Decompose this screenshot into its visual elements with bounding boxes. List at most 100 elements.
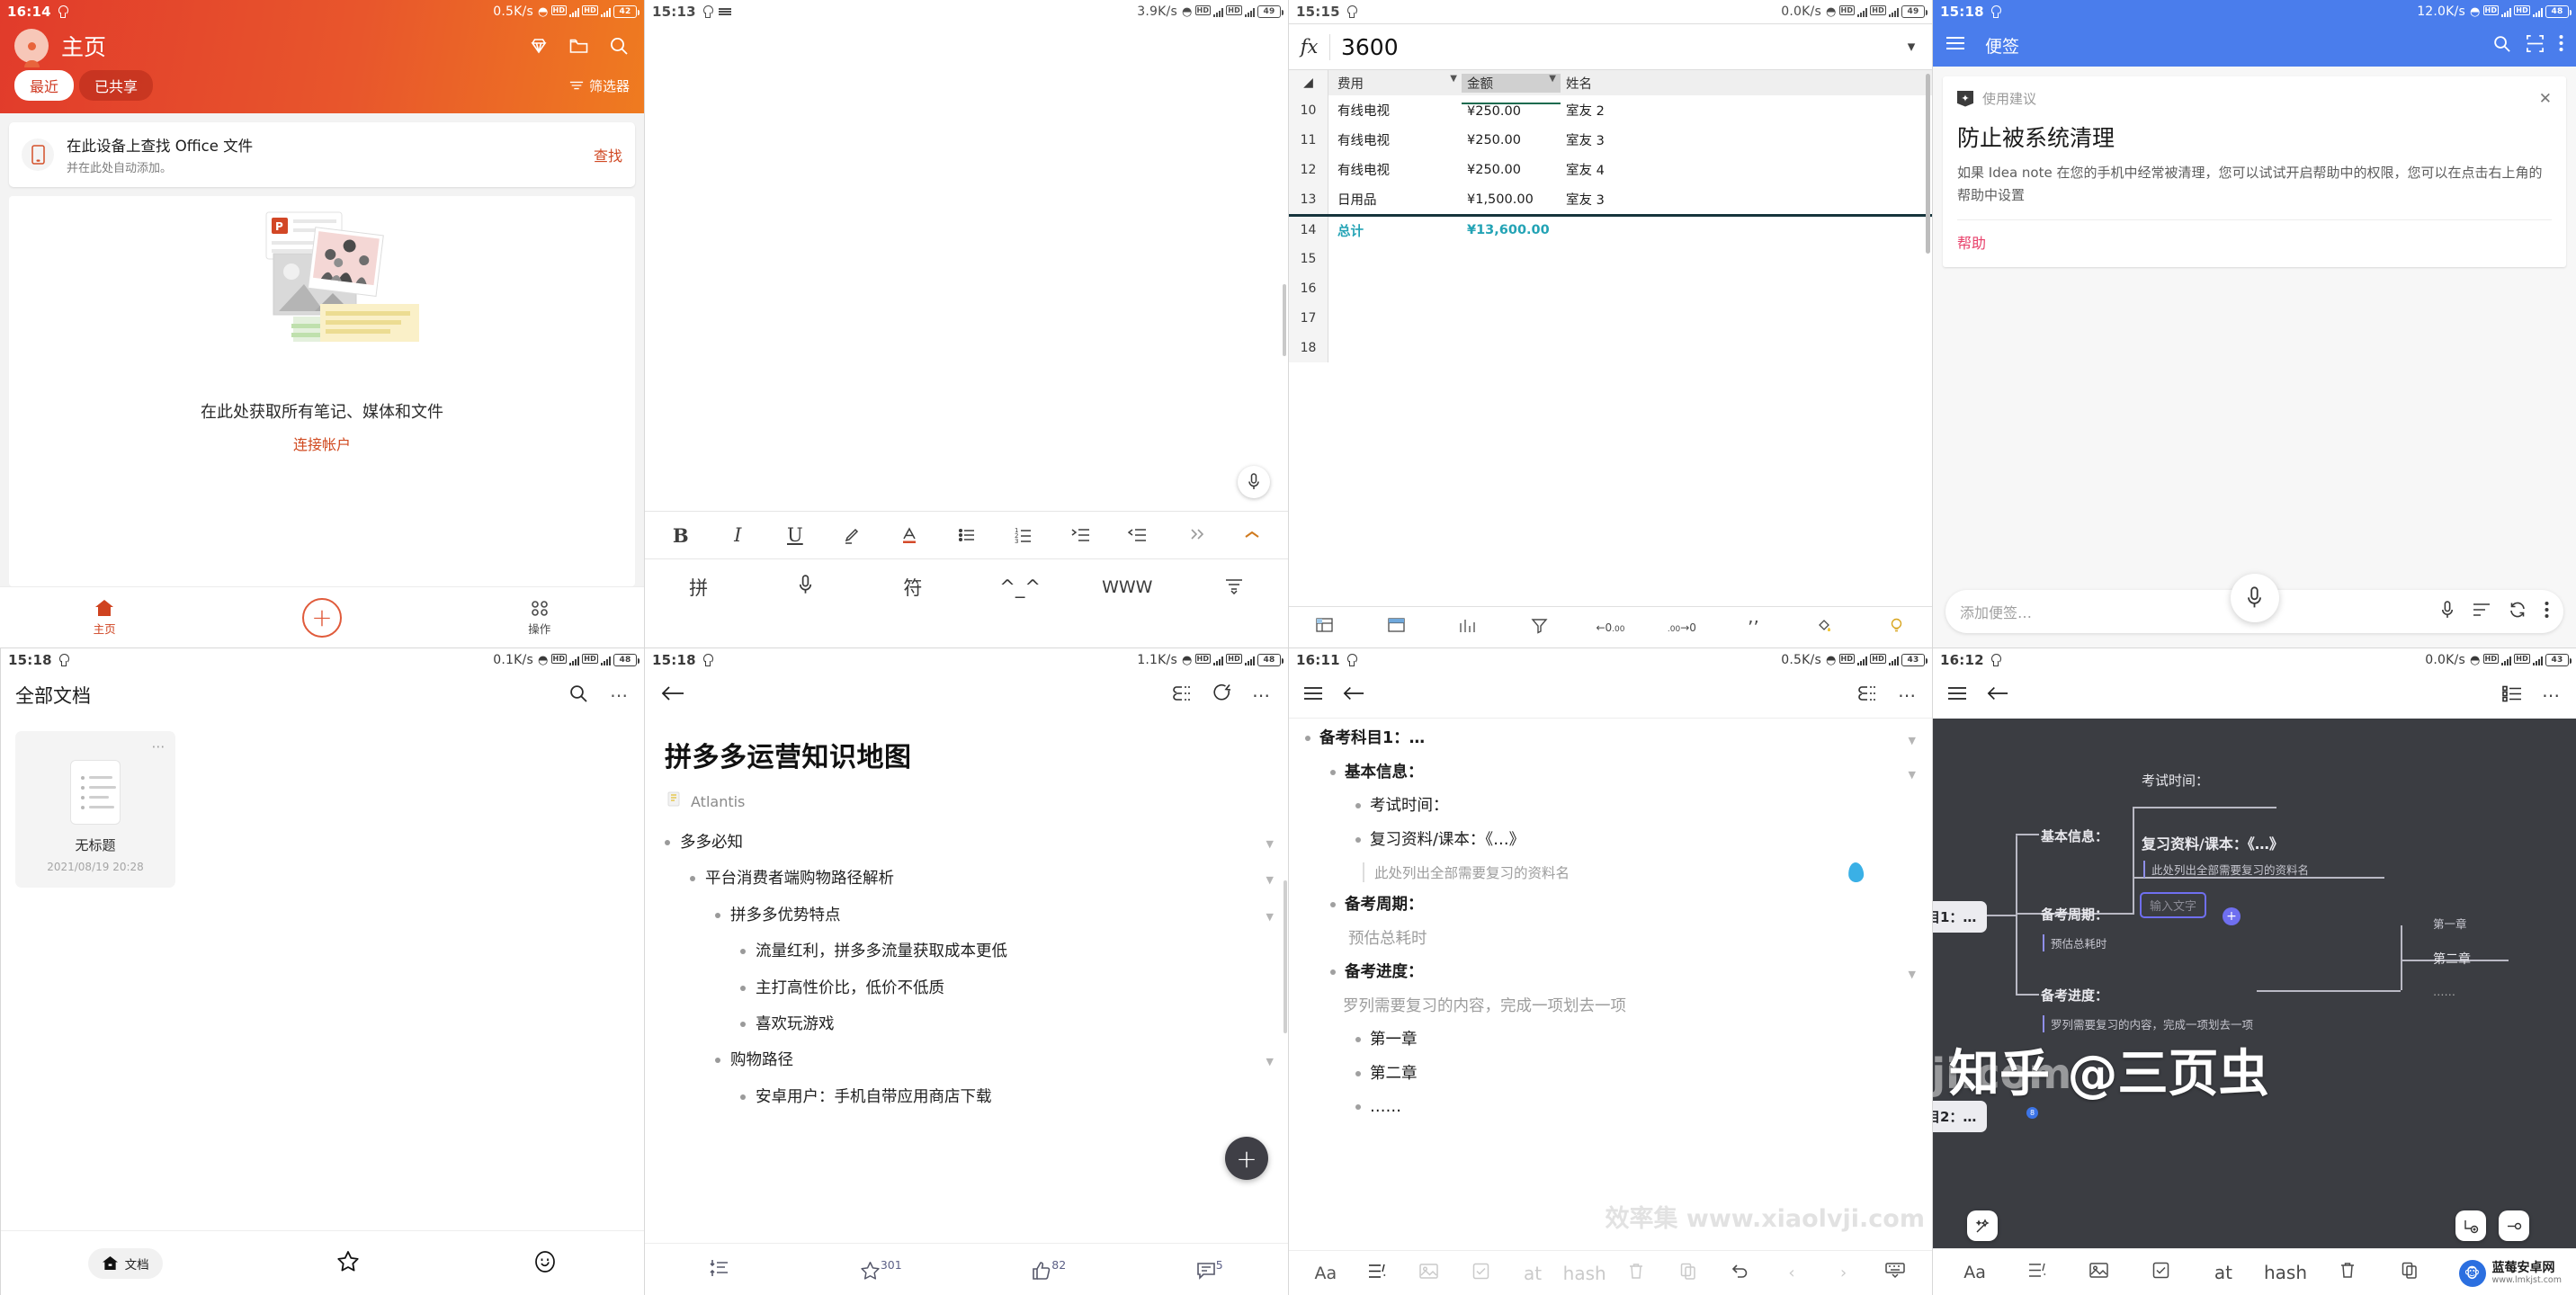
- more-format-icon[interactable]: [1167, 512, 1224, 558]
- table-row[interactable]: 10 有线电视 ¥250.00 室友 2: [1289, 95, 1932, 125]
- list-item[interactable]: 多多必知 ▼: [665, 832, 1274, 854]
- table-row-total[interactable]: 14 总计 ¥13,600.00: [1289, 214, 1932, 244]
- cell-fee[interactable]: 有线电视: [1328, 130, 1462, 149]
- connect-account-link[interactable]: 连接帐户: [293, 433, 351, 454]
- highlight-icon[interactable]: [824, 512, 881, 558]
- cell-total-label[interactable]: 总计: [1328, 221, 1462, 240]
- prev-icon[interactable]: ‹: [1766, 1264, 1818, 1282]
- editor-canvas[interactable]: [645, 23, 1288, 511]
- row-number[interactable]: 10: [1289, 95, 1328, 125]
- ime-www-button[interactable]: WWW: [1074, 577, 1181, 597]
- mindmap-node-chapter1[interactable]: 第一章: [2433, 915, 2467, 932]
- mindmap-root-node-1[interactable]: 科目1：…: [1933, 901, 1988, 933]
- microphone-fab[interactable]: [1238, 466, 1270, 498]
- underline-button[interactable]: U: [766, 512, 824, 558]
- row-number[interactable]: 14: [1289, 217, 1328, 244]
- nav-favorites[interactable]: [336, 1250, 360, 1276]
- undo-icon[interactable]: [1714, 1263, 1767, 1283]
- list-style-icon[interactable]: [2006, 1262, 2068, 1283]
- tab-shared[interactable]: 已共享: [79, 70, 154, 101]
- voice-icon[interactable]: [2440, 600, 2455, 623]
- list-item[interactable]: 流量红利，拼多多流量获取成本更低: [740, 941, 1268, 963]
- cell-amount[interactable]: ¥250.00: [1462, 133, 1561, 147]
- list-item[interactable]: 备考科目1：… ▼: [1305, 728, 1916, 750]
- nav-profile[interactable]: [533, 1250, 557, 1277]
- table-icon[interactable]: [1360, 617, 1431, 638]
- overflow-menu-icon[interactable]: ⋯: [1898, 684, 1918, 706]
- list-item[interactable]: 拼多多优势特点 ▼: [715, 905, 1274, 927]
- col-header-fee[interactable]: 费用 ▼: [1328, 74, 1462, 93]
- mention-icon[interactable]: at: [1507, 1263, 1559, 1284]
- table-row[interactable]: 15: [1289, 244, 1932, 273]
- chart-icon[interactable]: [1432, 617, 1503, 638]
- copy-icon[interactable]: [2379, 1262, 2441, 1283]
- table-row[interactable]: 13 日用品 ¥1,500.00 室友 3: [1289, 184, 1932, 214]
- list-item[interactable]: 第二章: [1355, 1063, 1916, 1085]
- avatar[interactable]: [14, 29, 49, 67]
- frame-add-button[interactable]: [2455, 1210, 2486, 1241]
- checkbox-icon[interactable]: [2130, 1262, 2192, 1283]
- col-header-amount[interactable]: 金额 ▼: [1462, 73, 1561, 93]
- mindmap-node-ellipsis[interactable]: ……: [2433, 985, 2455, 998]
- mindmap-node-materials[interactable]: 复习资料/课本：《…》: [2142, 832, 2284, 853]
- outline-content[interactable]: 拼多多运营知识地图 Atlantis 多多必知 ▼ 平台消费者端购物路径解析 ▼ 拼…: [645, 719, 1288, 1243]
- menu-icon[interactable]: [1947, 686, 1967, 704]
- row-number[interactable]: 13: [1289, 184, 1328, 214]
- tab-recent[interactable]: 最近: [14, 70, 75, 101]
- chevron-down-icon[interactable]: ▼: [1909, 769, 1916, 781]
- microphone-floating-button[interactable]: [2230, 574, 2279, 622]
- row-number[interactable]: 12: [1289, 155, 1328, 184]
- back-icon[interactable]: [661, 684, 684, 706]
- scrollbar[interactable]: [1283, 284, 1286, 356]
- badge-dot[interactable]: 8: [2026, 1107, 2038, 1119]
- scrollbar[interactable]: [1284, 880, 1287, 1033]
- doc-card[interactable]: ⋯ 无标题 2021/08/19 20:28: [15, 731, 175, 888]
- mindmap-canvas[interactable]: 科目1：… 科目2：… 8 基本信息： 备考周期： 预估总耗时 备考进度： 罗列…: [1933, 719, 2576, 1248]
- cell-fee[interactable]: 有线电视: [1328, 101, 1462, 120]
- chevron-down-icon[interactable]: ▼: [1266, 874, 1274, 886]
- mindmap-node-exam-time[interactable]: 考试时间：: [2142, 771, 2209, 790]
- cell-name[interactable]: 室友 3: [1561, 130, 1932, 149]
- decrease-decimal-icon[interactable]: ←0.00: [1575, 621, 1646, 634]
- list-icon[interactable]: [2473, 602, 2491, 621]
- mindmap-node-prep-progress[interactable]: 备考进度：: [2041, 986, 2108, 1005]
- bullet-list-icon[interactable]: [938, 512, 996, 558]
- list-item[interactable]: 平台消费者端购物路径解析 ▼: [690, 868, 1274, 890]
- keyboard-down-icon[interactable]: [1869, 1263, 1921, 1283]
- list-item[interactable]: 罗列需要复习的内容，完成一项划去一项: [1343, 996, 1916, 1018]
- mindmap-node-materials-note[interactable]: 此处列出全部需要复习的资料名: [2143, 861, 2309, 878]
- list-item[interactable]: 备考周期：: [1330, 894, 1916, 916]
- chevron-down-icon[interactable]: ▾: [1891, 38, 1932, 56]
- list-item[interactable]: 预估总耗时: [1348, 928, 1916, 951]
- menu-icon[interactable]: [1303, 686, 1323, 704]
- italic-button[interactable]: I: [710, 512, 767, 558]
- cursor-drop-handle[interactable]: [1847, 862, 1865, 883]
- row-number[interactable]: 11: [1289, 125, 1328, 155]
- chevron-down-icon[interactable]: ▼: [1909, 969, 1916, 980]
- add-node-button[interactable]: +: [2223, 907, 2241, 925]
- favorite-button[interactable]: 301: [860, 1258, 902, 1281]
- mindmap-node-est-hours[interactable]: 预估总耗时: [2043, 934, 2107, 951]
- increase-decimal-icon[interactable]: .00→0: [1646, 621, 1717, 634]
- filter-icon[interactable]: [1503, 617, 1574, 638]
- ime-emoticon-button[interactable]: ^_^: [967, 576, 1074, 598]
- search-icon[interactable]: [608, 35, 630, 57]
- table-row[interactable]: 16: [1289, 273, 1932, 303]
- list-item[interactable]: 第一章: [1355, 1029, 1916, 1051]
- formula-bar[interactable]: fx 3600 ▾: [1289, 23, 1932, 70]
- list-item[interactable]: 安卓用户：手机自带应用商店下载: [740, 1086, 1268, 1109]
- row-number[interactable]: 17: [1289, 303, 1328, 333]
- overflow-menu-icon[interactable]: ⋯: [1252, 684, 1272, 706]
- more-icon[interactable]: [2545, 601, 2549, 622]
- delete-icon[interactable]: [2317, 1262, 2379, 1283]
- grid-scrollbar[interactable]: [1926, 74, 1930, 254]
- copy-icon[interactable]: [1662, 1263, 1714, 1284]
- ime-pinyin-button[interactable]: 拼: [645, 574, 752, 601]
- bold-button[interactable]: B: [652, 512, 710, 558]
- fill-color-icon[interactable]: [1789, 617, 1860, 638]
- image-icon[interactable]: [2068, 1262, 2130, 1283]
- cell-amount[interactable]: ¥250.00: [1462, 163, 1561, 177]
- outline-view-icon[interactable]: [1173, 684, 1193, 706]
- magic-wand-button[interactable]: [1967, 1210, 1998, 1241]
- find-button[interactable]: 查找: [594, 144, 622, 165]
